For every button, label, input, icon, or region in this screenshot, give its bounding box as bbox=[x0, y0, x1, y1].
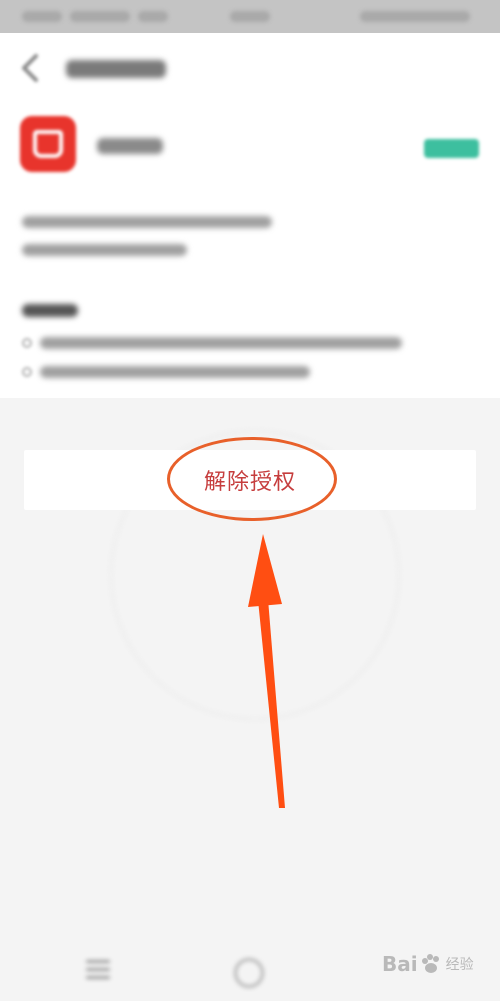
permission-item bbox=[40, 366, 310, 378]
status-bar bbox=[0, 0, 500, 33]
revoke-authorization-button[interactable]: 解除授权 bbox=[24, 450, 476, 510]
bullet-icon bbox=[22, 338, 32, 348]
auth-scope-line bbox=[22, 244, 187, 256]
revoke-card: 解除授权 bbox=[24, 450, 476, 510]
menu-icon[interactable] bbox=[86, 960, 110, 980]
bullet-icon bbox=[22, 367, 32, 377]
permissions-heading bbox=[22, 304, 78, 317]
status-badge bbox=[424, 139, 479, 158]
back-arrow-icon[interactable] bbox=[18, 53, 44, 83]
baidu-paw-icon bbox=[421, 954, 439, 973]
authorization-details-panel bbox=[0, 33, 500, 398]
app-name bbox=[97, 138, 163, 154]
watermark-text-right: 经验 bbox=[445, 957, 474, 973]
page-title bbox=[66, 60, 166, 78]
home-icon[interactable] bbox=[234, 958, 264, 988]
baidu-watermark: Bai 经验 bbox=[382, 952, 474, 976]
auth-time-line bbox=[22, 216, 272, 228]
permission-item bbox=[40, 337, 402, 349]
watermark-text-left: Bai bbox=[382, 952, 418, 976]
app-logo-icon bbox=[20, 116, 76, 172]
